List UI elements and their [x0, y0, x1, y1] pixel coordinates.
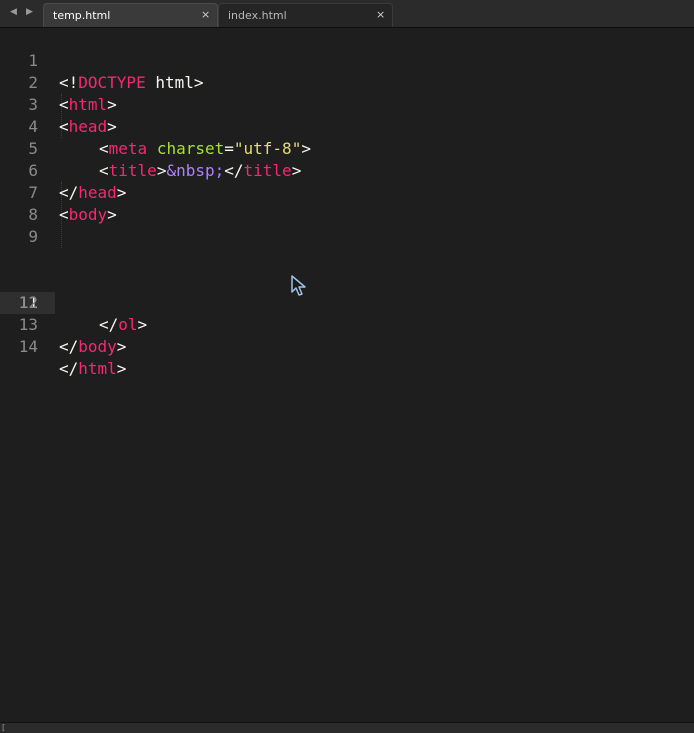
code-line-current[interactable]: 11 </ol> [0, 248, 694, 334]
code-line[interactable]: 3 <head> [0, 72, 694, 136]
line-number: 14 [18, 337, 38, 356]
code-line[interactable]: 13 </body> [0, 292, 694, 356]
close-icon[interactable]: × [376, 8, 385, 21]
close-icon[interactable]: × [201, 8, 210, 21]
status-text: [ [2, 723, 6, 732]
tab-label: index.html [228, 9, 287, 22]
tab-label: temp.html [53, 9, 111, 22]
tab-bar: ◀ ▶ temp.html × index.html × [0, 0, 694, 28]
tab-index-html[interactable]: index.html × [218, 3, 393, 27]
code-line[interactable]: 2 <html> [0, 50, 694, 114]
code-editor[interactable]: 1 <!DOCTYPE html> 2 <html> 3 <head> 4 <m… [0, 28, 694, 722]
code-line[interactable]: 4 <meta charset="utf-8"> [0, 94, 694, 158]
mouse-pointer-icon [291, 275, 306, 296]
code-line[interactable]: 12 [0, 270, 694, 312]
code-line[interactable]: 10 [0, 226, 694, 268]
code-line[interactable]: 8 [0, 182, 694, 224]
code-line[interactable]: 7 <body> [0, 160, 694, 224]
tab-forward-icon[interactable]: ▶ [26, 7, 33, 17]
code-line[interactable]: 1 <!DOCTYPE html> [0, 28, 694, 92]
tab-temp-html[interactable]: temp.html × [43, 3, 218, 27]
line-code: </body> [59, 337, 127, 356]
code-line[interactable]: 14 </html> [0, 314, 694, 378]
status-bar: [ [0, 722, 694, 733]
line-code: </html> [59, 359, 127, 378]
code-line[interactable]: 6 </head> [0, 138, 694, 202]
code-line[interactable]: 5 <title>&nbsp;</title> [0, 116, 694, 180]
tab-back-icon[interactable]: ◀ [10, 7, 17, 17]
code-line[interactable]: 9 <ol> [0, 204, 694, 268]
